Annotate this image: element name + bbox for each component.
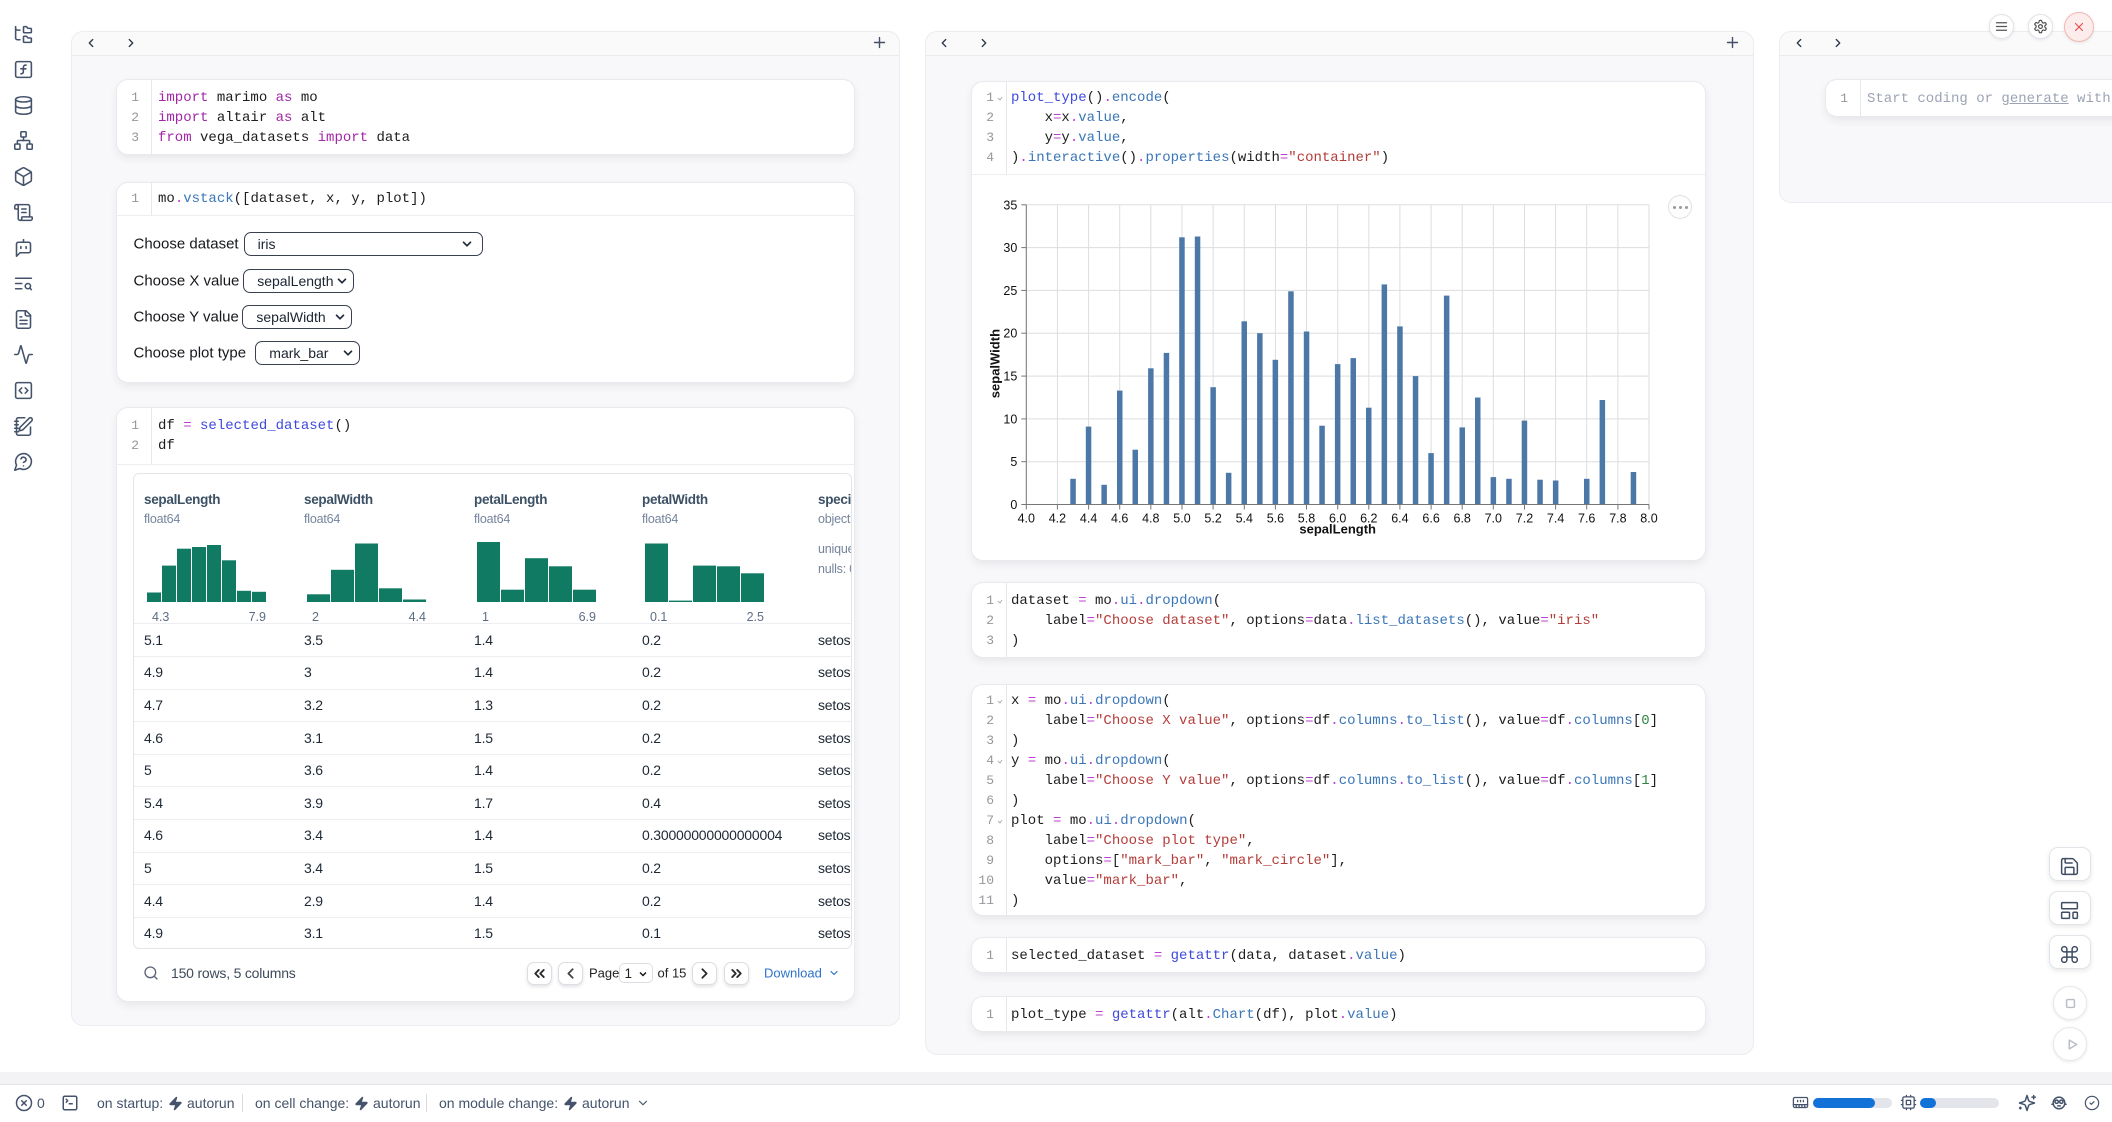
svg-text:8.0: 8.0 (1640, 512, 1657, 526)
svg-text:7.8: 7.8 (1609, 512, 1626, 526)
svg-text:0: 0 (1010, 498, 1017, 512)
svg-text:7.6: 7.6 (1578, 512, 1595, 526)
svg-text:7.2: 7.2 (1516, 512, 1533, 526)
svg-text:4.6: 4.6 (1111, 512, 1128, 526)
svg-text:35: 35 (1003, 198, 1017, 212)
svg-text:4.0: 4.0 (1018, 512, 1035, 526)
svg-text:6.8: 6.8 (1454, 512, 1471, 526)
svg-text:5.6: 5.6 (1267, 512, 1284, 526)
svg-text:6.4: 6.4 (1391, 512, 1408, 526)
svg-text:4.8: 4.8 (1142, 512, 1159, 526)
svg-text:7.0: 7.0 (1485, 512, 1502, 526)
svg-text:4.2: 4.2 (1049, 512, 1066, 526)
svg-text:30: 30 (1003, 241, 1017, 255)
svg-text:20: 20 (1003, 327, 1017, 341)
svg-text:5.0: 5.0 (1173, 512, 1190, 526)
svg-text:5.2: 5.2 (1204, 512, 1221, 526)
svg-text:5: 5 (1010, 455, 1017, 469)
svg-text:sepalLength: sepalLength (1299, 522, 1376, 537)
svg-text:7.4: 7.4 (1547, 512, 1564, 526)
svg-text:sepalWidth: sepalWidth (987, 329, 1002, 398)
svg-text:10: 10 (1003, 412, 1017, 426)
svg-text:25: 25 (1003, 284, 1017, 298)
svg-text:4.4: 4.4 (1080, 512, 1097, 526)
svg-text:6.6: 6.6 (1422, 512, 1439, 526)
svg-text:15: 15 (1003, 370, 1017, 384)
svg-text:5.4: 5.4 (1236, 512, 1253, 526)
